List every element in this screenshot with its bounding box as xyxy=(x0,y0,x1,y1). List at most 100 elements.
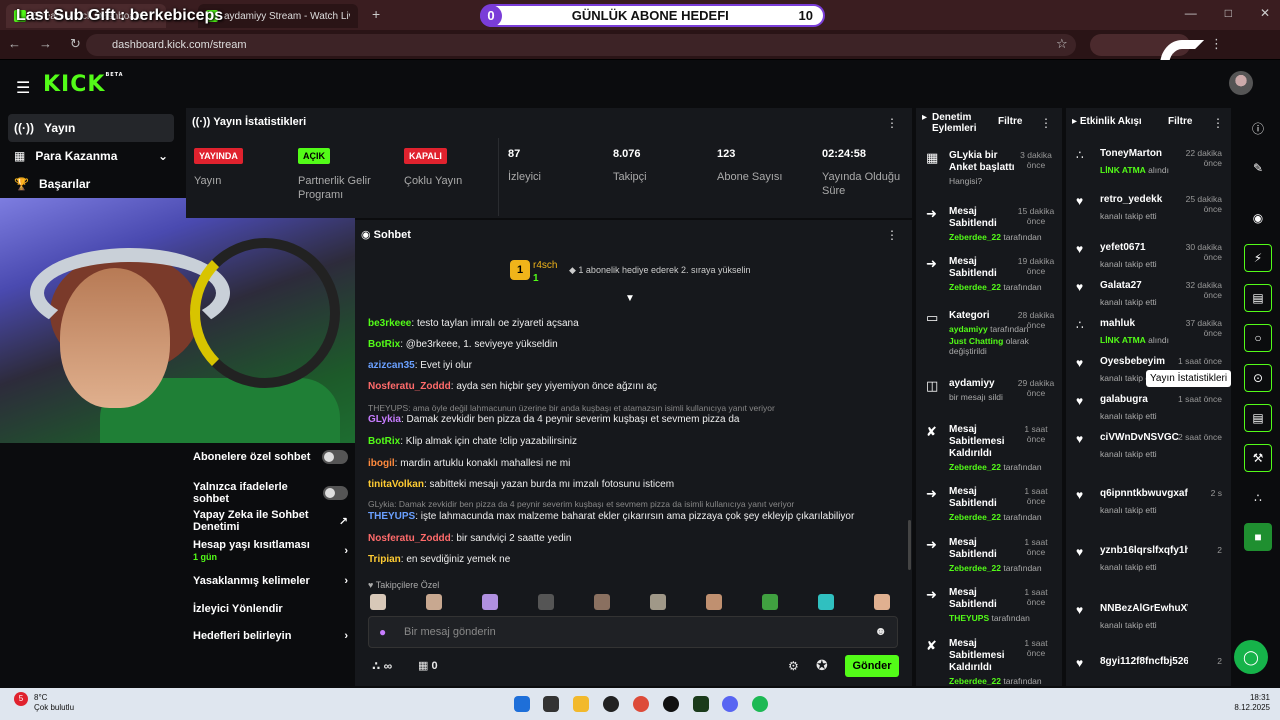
broadcast-icon[interactable]: ⊙ xyxy=(1244,364,1272,392)
mod-user[interactable]: Zeberdee_22 xyxy=(949,676,1001,686)
chat-username[interactable]: BotRix xyxy=(368,339,400,350)
sidebar-item-basarilar[interactable]: 🏆 Başarılar xyxy=(8,170,174,198)
chrome-icon[interactable] xyxy=(633,696,649,712)
activity-item[interactable]: ♥ Galata27 32 dakika önce kanalı takip etti xyxy=(1076,280,1222,307)
more-options-icon[interactable]: ⋮ xyxy=(886,228,898,242)
scroll-down-icon[interactable]: ▼ xyxy=(625,293,635,304)
chat-scrollbar[interactable] xyxy=(908,520,911,570)
emote-icon[interactable] xyxy=(370,594,386,610)
mod-action-item[interactable]: ✘ Mesaj Sabitlemesi Kaldırıldı 1 saat önce… xyxy=(926,638,1056,686)
mod-action-item[interactable]: ➜ Mesaj Sabitlendi 19 dakika önce Zeberdee_… xyxy=(926,256,1056,292)
emote-icon[interactable] xyxy=(706,594,722,610)
mod-action-item[interactable]: ➜ Mesaj Sabitlendi 15 dakika önce Zeberdee_… xyxy=(926,206,1056,242)
setting-goals[interactable]: Hedefleri belirleyin › xyxy=(193,630,348,642)
kick-app-icon[interactable] xyxy=(693,696,709,712)
mod-action-item[interactable]: ▦ GLykia bir Anket başlattı 3 dakika önce H… xyxy=(926,150,1056,186)
setting-emote-only-chat[interactable]: Yalnızca ifadelerle sohbet xyxy=(193,481,348,505)
mod-action-item[interactable]: ✘ Mesaj Sabitlemesi Kaldırıldı 1 saat önce… xyxy=(926,424,1056,472)
forward-icon[interactable]: → xyxy=(39,36,52,52)
mod-user[interactable]: Zeberdee_22 xyxy=(949,232,1001,242)
activity-item[interactable]: ♥ ciVWnDvNSVGC 2 saat önce kanalı takip ett… xyxy=(1076,432,1222,459)
mod-user[interactable]: Zeberdee_22 xyxy=(949,462,1001,472)
chat-username[interactable]: Nosferatu_Zoddd xyxy=(368,381,451,392)
filter-button[interactable]: Filtre xyxy=(998,116,1022,127)
mod-action-item[interactable]: ➜ Mesaj Sabitlendi 1 saat önce THEYUPS tara… xyxy=(926,587,1056,623)
hamburger-menu-icon[interactable]: ☰ xyxy=(16,78,30,98)
weather-widget[interactable]: 8°C Çok bulutlu xyxy=(34,693,74,713)
spotify-icon[interactable] xyxy=(752,696,768,712)
emote-icon[interactable] xyxy=(650,594,666,610)
mod-user[interactable]: Zeberdee_22 xyxy=(949,563,1001,573)
send-button[interactable]: Gönder xyxy=(845,655,899,677)
clock[interactable]: 18:31 8.12.2025 xyxy=(1230,693,1270,713)
activity-item[interactable]: ♥ galabugra 1 saat önce kanalı takip etti xyxy=(1076,394,1222,421)
discord-icon[interactable] xyxy=(722,696,738,712)
quick-emote-icon[interactable]: ✪ xyxy=(816,657,828,674)
chat-icon[interactable]: ○ xyxy=(1244,324,1272,352)
filter-button[interactable]: Filtre xyxy=(1168,116,1192,127)
emote-icon[interactable] xyxy=(762,594,778,610)
bookmark-star-icon[interactable]: ☆ xyxy=(1056,36,1068,52)
support-headset-icon[interactable]: ◯ xyxy=(1234,640,1268,674)
activity-item[interactable]: ♥yznb16lqrslfxqfy1h0c2kanalı takip etti xyxy=(1076,545,1222,572)
more-options-icon[interactable]: ⋮ xyxy=(886,116,898,130)
emote-icon[interactable] xyxy=(874,594,890,610)
minimize-icon[interactable]: — xyxy=(1185,6,1197,20)
extension-icon[interactable]: ■ xyxy=(1244,523,1272,551)
back-icon[interactable]: ← xyxy=(8,36,21,52)
setting-sub-only-chat[interactable]: Abonelere özel sohbet xyxy=(193,450,348,464)
chat-username[interactable]: ibogil xyxy=(368,458,395,469)
activity-item[interactable]: ♥ NNBezAlGrEwhuXWCOC kanalı takip etti xyxy=(1076,603,1222,630)
close-icon[interactable]: ✕ xyxy=(1260,6,1270,20)
reload-icon[interactable]: ↻ xyxy=(70,36,81,52)
emoji-icon[interactable]: ☻ xyxy=(874,624,887,638)
info-icon[interactable]: ⓘ xyxy=(1244,114,1272,142)
mod-user[interactable]: THEYUPS xyxy=(949,613,989,623)
activity-item[interactable]: ♥q6ipnntkbwuvgxafqzby2 skanalı takip ett… xyxy=(1076,488,1222,515)
chat-username[interactable]: be3rkeee xyxy=(368,318,411,329)
setting-banned-words[interactable]: Yasaklanmış kelimeler › xyxy=(193,575,348,587)
mod-action-item[interactable]: ➜ Mesaj Sabitlendi 1 saat önce Zeberdee_22 … xyxy=(926,486,1056,522)
setting-host[interactable]: İzleyici Yönlendir xyxy=(193,603,348,615)
emote-icon[interactable] xyxy=(538,594,554,610)
chat-username[interactable]: GLykia xyxy=(368,414,401,425)
mod-user[interactable]: Zeberdee_22 xyxy=(949,282,1001,292)
more-options-icon[interactable]: ⋮ xyxy=(1040,116,1052,130)
maximize-icon[interactable]: □ xyxy=(1225,6,1232,20)
toggle-switch[interactable] xyxy=(322,486,348,500)
camera-icon[interactable]: ◉ xyxy=(1244,204,1272,232)
edit-icon[interactable]: ✎ xyxy=(1244,154,1272,182)
file-explorer-icon[interactable] xyxy=(573,696,589,712)
toggle-switch[interactable] xyxy=(322,450,348,464)
mod-action-item[interactable]: ➜ Mesaj Sabitlendi 1 saat önce Zeberdee_22 … xyxy=(926,537,1056,573)
windows-start-icon[interactable] xyxy=(514,696,530,712)
setting-account-age[interactable]: Hesap yaşı kısıtlaması 1 gün › xyxy=(193,539,348,563)
mod-action-item[interactable]: ◫ aydamiyy 29 dakika önce bir mesajı sildi xyxy=(926,378,1056,402)
mod-user[interactable]: aydamiyy xyxy=(949,324,988,334)
bolt-icon[interactable]: ⚡ xyxy=(1244,244,1272,272)
activity-item[interactable]: ♥ yefet0671 30 dakika önce kanalı takip ett… xyxy=(1076,242,1222,269)
activity-item[interactable]: ∴ mahluk 37 dakika önce LİNK ATMA alındı xyxy=(1076,318,1222,345)
emote-icon[interactable] xyxy=(482,594,498,610)
wrench-icon[interactable]: ⚒ xyxy=(1244,444,1272,472)
chat-username[interactable]: Tripian xyxy=(368,554,401,565)
list-icon[interactable]: ▤ xyxy=(1244,404,1272,432)
mod-user[interactable]: Zeberdee_22 xyxy=(949,512,1001,522)
leaderboard-top-user[interactable]: r4sch 1 xyxy=(533,259,557,285)
new-tab-button[interactable]: + xyxy=(372,6,380,22)
points-icon[interactable]: ∴ xyxy=(1244,484,1272,512)
document-icon[interactable]: ▤ xyxy=(1244,284,1272,312)
app-icon[interactable] xyxy=(663,696,679,712)
channel-points[interactable]: ∴ ∞ xyxy=(372,659,392,673)
activity-item[interactable]: ♥ retro_yedekk 25 dakika önce kanalı takip … xyxy=(1076,194,1222,221)
emote-icon[interactable] xyxy=(426,594,442,610)
microphone-icon[interactable]: ● xyxy=(379,625,386,639)
activity-username[interactable]: NNBezAlGrEwhuXWCOC xyxy=(1100,603,1188,614)
task-view-icon[interactable] xyxy=(543,696,559,712)
chat-username[interactable]: tinitaVolkan xyxy=(368,479,424,490)
sidebar-item-yayin[interactable]: ((·)) Yayın xyxy=(8,114,174,142)
emote-icon[interactable] xyxy=(594,594,610,610)
emote-icon[interactable] xyxy=(818,594,834,610)
chat-username[interactable]: azizcan35 xyxy=(368,360,415,371)
chat-input[interactable]: ● Bir mesaj gönderin ☻ xyxy=(368,616,898,648)
